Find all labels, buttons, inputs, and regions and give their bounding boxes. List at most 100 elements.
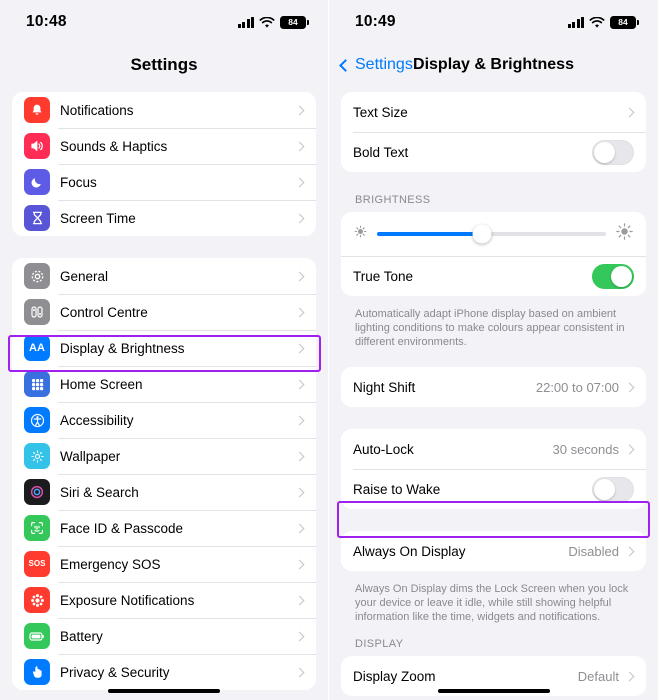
brightness-section-header: BRIGHTNESS: [355, 194, 431, 206]
sidebar-item-face-id-passcode[interactable]: Face ID & Passcode: [12, 510, 316, 546]
row-label: Night Shift: [353, 379, 416, 395]
chevron-right-icon: [294, 307, 305, 317]
sidebar-item-accessibility[interactable]: Accessibility: [12, 402, 316, 438]
brightness-track[interactable]: [377, 224, 606, 244]
chevron-right-icon: [294, 487, 305, 497]
settings-group-2: General Control Centre AA Display & Brig…: [12, 258, 316, 690]
sun-small-icon: [353, 224, 368, 244]
row-label: Display Zoom: [353, 668, 436, 684]
row-raise-to-wake[interactable]: Raise to Wake: [341, 469, 646, 509]
night-shift-group: Night Shift 22:00 to 07:00: [341, 367, 646, 407]
brightness-fill: [377, 232, 483, 236]
sidebar-item-emergency-sos[interactable]: SOS Emergency SOS: [12, 546, 316, 582]
autolock-group: Auto-Lock 30 seconds Raise to Wake: [341, 429, 646, 509]
sidebar-item-exposure-notifications[interactable]: Exposure Notifications: [12, 582, 316, 618]
sidebar-item-notifications[interactable]: Notifications: [12, 92, 316, 128]
brightness-slider-row[interactable]: [341, 212, 646, 256]
sidebar-item-general[interactable]: General: [12, 258, 316, 294]
screenshot-root: 10:48 84 Settings Notifications Sounds &…: [0, 0, 658, 700]
signal-icon: [567, 16, 584, 28]
row-value: Default: [577, 668, 619, 684]
page-title: Settings: [130, 55, 198, 74]
row-auto-lock[interactable]: Auto-Lock 30 seconds: [341, 429, 646, 469]
right-status-bar: 10:49 84: [329, 0, 658, 44]
screen-time-icon: [24, 205, 50, 231]
row-value: 22:00 to 07:00: [535, 379, 619, 395]
sidebar-item-battery[interactable]: Battery: [12, 618, 316, 654]
sidebar-item-label: Privacy & Security: [60, 664, 170, 680]
wallpaper-icon: [24, 443, 50, 469]
status-time: 10:48: [26, 13, 67, 30]
status-time: 10:49: [355, 13, 396, 30]
exposure-notifications-icon: [24, 587, 50, 613]
row-label: Auto-Lock: [353, 441, 414, 457]
battery-icon: [24, 623, 50, 649]
always-on-display-group: Always On Display Disabled: [341, 531, 646, 571]
chevron-left-icon: [339, 58, 352, 72]
left-nav-header: Settings: [0, 44, 328, 86]
sidebar-item-sounds-haptics[interactable]: Sounds & Haptics: [12, 128, 316, 164]
status-indicators: 84: [237, 15, 309, 29]
bold-text-toggle[interactable]: [592, 139, 634, 165]
always-on-footer-text: Always On Display dims the Lock Screen w…: [355, 583, 629, 623]
sun-large-icon: [615, 222, 634, 246]
left-scroll-area[interactable]: Notifications Sounds & Haptics Focus Scr…: [0, 86, 328, 700]
row-label: Always On Display: [353, 543, 466, 559]
chevron-right-icon: [294, 523, 305, 533]
row-label: True Tone: [353, 269, 414, 284]
sidebar-item-label: Exposure Notifications: [60, 592, 195, 608]
sidebar-item-label: Home Screen: [60, 376, 143, 392]
row-label: Bold Text: [353, 144, 409, 160]
sidebar-item-home-screen[interactable]: Home Screen: [12, 366, 316, 402]
sidebar-item-focus[interactable]: Focus: [12, 164, 316, 200]
chevron-right-icon: [624, 444, 635, 454]
chevron-right-icon: [294, 631, 305, 641]
brightness-knob[interactable]: [472, 224, 492, 244]
sidebar-item-wallpaper[interactable]: Wallpaper: [12, 438, 316, 474]
row-true-tone[interactable]: True Tone: [341, 256, 646, 296]
sidebar-item-siri-search[interactable]: Siri & Search: [12, 474, 316, 510]
sidebar-item-control-centre[interactable]: Control Centre: [12, 294, 316, 330]
raise-to-wake-toggle[interactable]: [592, 476, 634, 502]
siri-icon: [24, 479, 50, 505]
chevron-right-icon: [624, 671, 635, 681]
sidebar-item-label: Emergency SOS: [60, 556, 161, 572]
page-title: Display & Brightness: [413, 56, 574, 73]
chevron-right-icon: [294, 559, 305, 569]
settings-group-1: Notifications Sounds & Haptics Focus Scr…: [12, 92, 316, 236]
row-bold-text[interactable]: Bold Text: [341, 132, 646, 172]
sidebar-item-label: Siri & Search: [60, 484, 139, 500]
display-brightness-icon: AA: [24, 335, 50, 361]
left-status-bar: 10:48 84: [0, 0, 328, 44]
sidebar-item-label: Display & Brightness: [60, 340, 185, 356]
control-centre-icon: [24, 299, 50, 325]
sidebar-item-label: General: [60, 268, 109, 284]
back-button[interactable]: Settings: [339, 56, 413, 74]
row-label: Text Size: [353, 104, 408, 120]
row-value: 30 seconds: [552, 441, 620, 457]
toggle-knob: [594, 478, 615, 500]
chevron-right-icon: [294, 595, 305, 605]
sidebar-item-screen-time[interactable]: Screen Time: [12, 200, 316, 236]
emergency-sos-icon: SOS: [24, 551, 50, 577]
home-indicator: [108, 688, 220, 693]
home-screen-icon: [24, 371, 50, 397]
brightness-group: True Tone: [341, 212, 646, 296]
privacy-security-icon: [24, 659, 50, 685]
sidebar-item-label: Notifications: [60, 102, 134, 118]
true-tone-toggle[interactable]: [592, 264, 634, 289]
chevron-right-icon: [294, 379, 305, 389]
row-label: Raise to Wake: [353, 481, 441, 497]
row-value: Disabled: [568, 543, 619, 559]
row-text-size[interactable]: Text Size: [341, 92, 646, 132]
sidebar-item-privacy-security[interactable]: Privacy & Security: [12, 654, 316, 690]
row-always-on-display[interactable]: Always On Display Disabled: [341, 531, 646, 571]
signal-icon: [237, 16, 254, 28]
battery-indicator: 84: [280, 15, 309, 29]
right-scroll-area[interactable]: Text Size Bold Text BRIGHTNESS True Tone…: [329, 86, 658, 700]
battery-indicator: 84: [610, 15, 639, 29]
sidebar-item-display-brightness[interactable]: AA Display & Brightness: [12, 330, 316, 366]
wifi-icon: [589, 16, 605, 28]
row-night-shift[interactable]: Night Shift 22:00 to 07:00: [341, 367, 646, 407]
emergency-sos-icon-glyph: SOS: [28, 559, 46, 568]
